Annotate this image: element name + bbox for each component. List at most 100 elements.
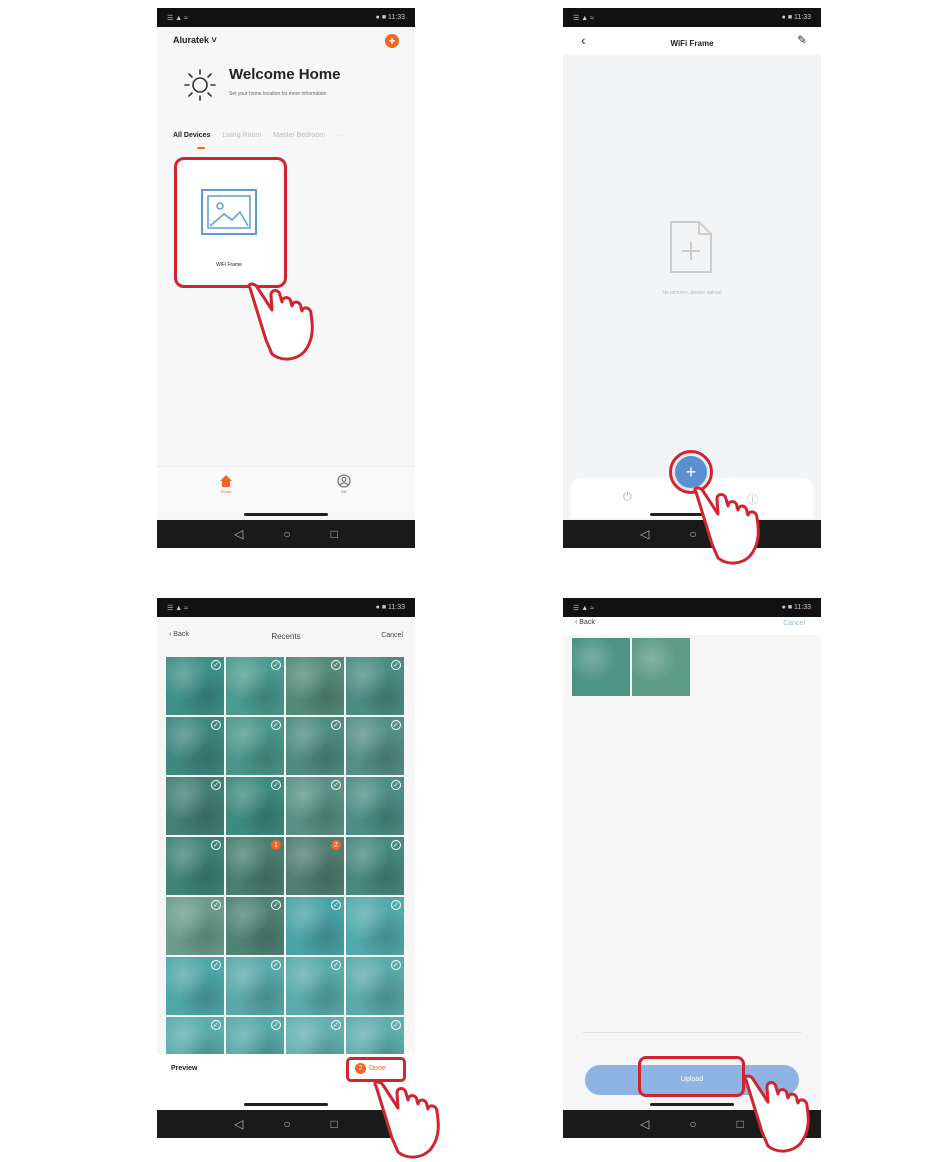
status-left: ☰ ▲ ≈	[573, 14, 594, 22]
select-check-icon[interactable]: ✓	[271, 720, 281, 730]
photo-thumbnail[interactable]: ✓	[166, 777, 224, 835]
welcome-subtitle[interactable]: Set your home location for more informat…	[229, 91, 326, 97]
select-check-icon[interactable]: ✓	[211, 840, 221, 850]
select-check-icon[interactable]: ✓	[331, 960, 341, 970]
photo-thumbnail[interactable]: ✓	[226, 897, 284, 955]
photo-thumbnail[interactable]: ✓	[346, 657, 404, 715]
home-tab-icon[interactable]	[219, 474, 233, 488]
screen-photo-picker: ☰ ▲ ≈ ● ■ 11:33 ‹ Back Recents Cancel ✓ ✓…	[157, 598, 415, 1138]
nav-home-icon[interactable]: ○	[283, 527, 290, 541]
select-check-icon[interactable]: ✓	[211, 900, 221, 910]
select-check-icon[interactable]: ✓	[391, 780, 401, 790]
photo-thumbnail[interactable]: ✓	[286, 777, 344, 835]
select-check-icon[interactable]: ✓	[271, 660, 281, 670]
nav-back-icon[interactable]: ◁	[234, 527, 243, 541]
nav-back-icon[interactable]: ◁	[234, 1117, 243, 1131]
nav-home-icon[interactable]: ○	[283, 1117, 290, 1131]
photo-thumbnail[interactable]: ✓	[226, 957, 284, 1015]
home-indicator	[244, 513, 328, 516]
photo-thumbnail[interactable]: ✓	[166, 657, 224, 715]
select-check-icon[interactable]: ✓	[211, 1020, 221, 1030]
edit-icon[interactable]: ✎	[797, 33, 807, 47]
back-button[interactable]: ‹ Back	[575, 619, 595, 626]
photo-thumbnail[interactable]: 2	[286, 837, 344, 895]
photo-thumbnail[interactable]: ✓	[286, 657, 344, 715]
select-check-icon[interactable]: ✓	[391, 660, 401, 670]
add-device-button[interactable]: +	[385, 34, 399, 48]
select-check-icon[interactable]: ✓	[271, 780, 281, 790]
tab-all-devices[interactable]: All Devices	[173, 132, 210, 139]
select-check-icon[interactable]: ✓	[271, 960, 281, 970]
select-check-icon[interactable]: ✓	[331, 1020, 341, 1030]
select-check-icon[interactable]: ✓	[391, 960, 401, 970]
highlight-box	[346, 1057, 406, 1082]
tap-hand-icon	[373, 1080, 440, 1159]
select-check-icon[interactable]: ✓	[331, 660, 341, 670]
photo-thumbnail[interactable]: 1	[226, 837, 284, 895]
select-check-icon[interactable]: ✓	[271, 900, 281, 910]
cancel-button[interactable]: Cancel	[381, 632, 403, 639]
status-bar: ☰ ▲ ≈ ● ■ 11:33	[563, 8, 821, 27]
welcome-title: Welcome Home	[229, 66, 341, 83]
select-check-icon[interactable]: ✓	[331, 900, 341, 910]
profile-tab-icon[interactable]	[337, 474, 351, 488]
selected-photo[interactable]	[572, 638, 630, 696]
highlight-box	[174, 157, 287, 288]
selected-thumbnails	[572, 638, 690, 696]
photo-thumbnail[interactable]: ✓	[286, 957, 344, 1015]
selected-check-icon[interactable]: 2	[331, 840, 341, 850]
select-check-icon[interactable]: ✓	[391, 1020, 401, 1030]
home-indicator	[650, 1103, 734, 1106]
photo-thumbnail[interactable]: ✓	[226, 717, 284, 775]
nav-recents-icon[interactable]: □	[331, 527, 338, 541]
tab-master-bedroom[interactable]: Master Bedroom	[273, 132, 325, 139]
photo-thumbnail[interactable]: ✓	[166, 837, 224, 895]
power-icon[interactable]: ⏻	[623, 491, 632, 504]
home-selector[interactable]: Aluratek ˅	[173, 35, 217, 45]
photo-thumbnail[interactable]: ✓	[346, 897, 404, 955]
photo-thumbnail[interactable]: ✓	[166, 957, 224, 1015]
room-tabs: All Devices Living Room Master Bedroom ·…	[173, 132, 344, 139]
nav-back-icon[interactable]: ◁	[640, 527, 649, 541]
photo-thumbnail[interactable]: ✓	[346, 957, 404, 1015]
selected-check-icon[interactable]: 1	[271, 840, 281, 850]
status-bar: ☰ ▲ ≈ ● ■ 11:33	[563, 598, 821, 617]
preview-button[interactable]: Preview	[171, 1065, 197, 1072]
nav-home-icon[interactable]: ○	[689, 1117, 696, 1131]
status-bar: ☰ ▲ ≈ ● ■ 11:33	[157, 598, 415, 617]
select-check-icon[interactable]: ✓	[211, 720, 221, 730]
status-right: ● ■ 11:33	[781, 14, 811, 21]
selected-photo[interactable]	[632, 638, 690, 696]
photo-thumbnail[interactable]: ✓	[166, 897, 224, 955]
status-right: ● ■ 11:33	[375, 604, 405, 611]
select-check-icon[interactable]: ✓	[331, 720, 341, 730]
nav-back-icon[interactable]: ◁	[640, 1117, 649, 1131]
album-title: Recents	[271, 632, 301, 641]
select-check-icon[interactable]: ✓	[331, 780, 341, 790]
cancel-button[interactable]: Cancel	[783, 620, 805, 627]
nav-recents-icon[interactable]: □	[331, 1117, 338, 1131]
photo-thumbnail[interactable]: ✓	[346, 777, 404, 835]
select-check-icon[interactable]: ✓	[211, 780, 221, 790]
sun-icon	[184, 69, 216, 101]
photo-thumbnail[interactable]: ✓	[346, 717, 404, 775]
tab-living-room[interactable]: Living Room	[222, 132, 261, 139]
select-check-icon[interactable]: ✓	[391, 720, 401, 730]
select-check-icon[interactable]: ✓	[391, 840, 401, 850]
photo-thumbnail[interactable]: ✓	[286, 717, 344, 775]
photo-thumbnail[interactable]: ✓	[166, 717, 224, 775]
select-check-icon[interactable]: ✓	[211, 960, 221, 970]
select-check-icon[interactable]: ✓	[211, 660, 221, 670]
tap-hand-icon	[743, 1074, 810, 1153]
photo-thumbnail[interactable]: ✓	[286, 897, 344, 955]
tap-hand-icon	[247, 282, 314, 361]
select-check-icon[interactable]: ✓	[271, 1020, 281, 1030]
photo-thumbnail[interactable]: ✓	[226, 777, 284, 835]
photo-thumbnail[interactable]: ✓	[226, 657, 284, 715]
status-right: ● ■ 11:33	[375, 14, 405, 21]
page-title: WiFi Frame	[670, 39, 714, 48]
photo-thumbnail[interactable]: ✓	[346, 837, 404, 895]
more-tabs-button[interactable]: ···	[337, 132, 344, 139]
select-check-icon[interactable]: ✓	[391, 900, 401, 910]
bottom-tab-bar	[157, 466, 415, 513]
